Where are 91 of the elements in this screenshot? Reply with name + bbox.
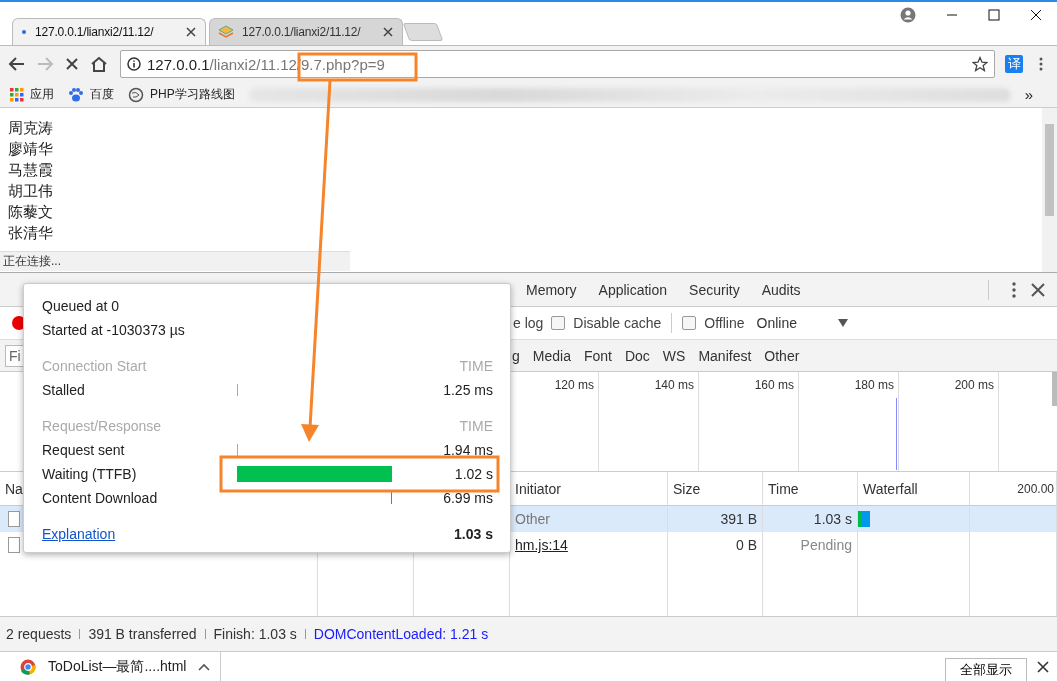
close-icon[interactable]	[382, 26, 394, 38]
checkbox[interactable]	[551, 316, 566, 330]
tick-label: 120 ms	[554, 378, 594, 394]
loading-icon	[21, 29, 27, 35]
duration-text: 6.99 ms	[443, 490, 493, 506]
file-icon	[8, 537, 20, 553]
translate-extension-button[interactable]: 译	[1005, 55, 1023, 73]
bookmark-link[interactable]: 应用	[30, 86, 54, 103]
size-text: 391 B	[720, 511, 757, 527]
initiator-link[interactable]: hm.js:14	[515, 537, 568, 553]
filter-type[interactable]: Manifest	[698, 347, 752, 364]
tick-mark	[237, 444, 238, 456]
waterfall-bar	[858, 511, 870, 527]
filter-type[interactable]: Media	[532, 347, 571, 364]
scrollbar[interactable]	[1042, 108, 1057, 272]
devtools-tab[interactable]: Audits	[750, 281, 812, 298]
timing-text: Queued at 0	[42, 298, 120, 314]
initiator-text: Other	[515, 511, 550, 527]
bookmark-link[interactable]: 百度	[90, 86, 114, 103]
filter-type[interactable]: Doc	[624, 347, 650, 364]
name-text: 廖靖华	[8, 139, 53, 160]
size-text: 0 B	[736, 537, 757, 553]
checkbox-label: Disable cache	[573, 315, 662, 331]
checkbox-label: Offline	[704, 315, 745, 331]
name-text: 马慧霞	[8, 160, 53, 181]
bookmark-link[interactable]: PHP学习路线图	[150, 86, 235, 103]
duration-text: 1.94 ms	[443, 442, 493, 458]
section-title: Connection Start	[42, 358, 147, 374]
browser-tab[interactable]: 127.0.0.1/lianxi2/11.12/	[209, 18, 403, 45]
summary-text: DOMContentLoaded: 1.21 s	[313, 626, 489, 642]
info-icon	[127, 57, 141, 71]
throttling-select[interactable]: Online	[756, 315, 849, 331]
time-text: 1.03 s	[813, 511, 852, 527]
duration-text: 1.25 ms	[443, 382, 493, 398]
caret-icon[interactable]	[198, 663, 211, 671]
tick-mark	[391, 492, 392, 504]
maximize-icon[interactable]	[988, 7, 1000, 23]
option-label: e log	[513, 315, 544, 331]
column-label: TIME	[459, 418, 493, 434]
stop-icon[interactable]	[64, 56, 80, 72]
phase-label: Content Download	[42, 490, 158, 506]
tick-label: 180 ms	[854, 378, 894, 394]
dom-marker-line	[896, 398, 897, 470]
file-icon	[8, 511, 20, 527]
filter-type[interactable]: g	[512, 347, 520, 364]
scroll-thumb[interactable]	[1052, 372, 1057, 406]
profile-icon[interactable]	[900, 7, 916, 23]
timing-text: Started at -1030373 µs	[42, 322, 185, 338]
filter-type[interactable]: WS	[662, 347, 686, 364]
name-text: 胡卫伟	[8, 181, 53, 202]
column-label: TIME	[459, 358, 493, 374]
star-icon[interactable]	[972, 56, 988, 72]
time-text: Pending	[800, 537, 852, 553]
summary-text: 391 B transferred	[88, 626, 197, 642]
close-icon[interactable]	[1037, 661, 1049, 673]
name-text: 张清华	[8, 223, 53, 244]
scale-label: 200.00	[1017, 481, 1054, 496]
devtools-tab[interactable]: Security	[678, 281, 751, 298]
back-icon[interactable]	[8, 56, 26, 72]
browser-logo-icon	[20, 659, 36, 675]
show-all-button[interactable]: 全部显示	[945, 658, 1027, 681]
tick-mark	[237, 384, 238, 396]
browser-tab[interactable]: 127.0.0.1/lianxi2/11.12/	[12, 18, 206, 45]
stack-icon	[218, 25, 234, 39]
tick-label: 140 ms	[654, 378, 694, 394]
globe-icon	[128, 86, 144, 103]
close-icon[interactable]	[185, 26, 197, 38]
filter-type[interactable]: Other	[764, 347, 800, 364]
apps-icon	[10, 87, 24, 102]
devtools-tab[interactable]: Application	[587, 281, 679, 298]
filter-type[interactable]: Font	[583, 347, 612, 364]
paw-icon	[68, 86, 84, 103]
status-bubble: 正在连接...	[0, 251, 350, 271]
devtools-tab[interactable]: Memory	[515, 281, 588, 298]
download-file-name[interactable]: ToDoList—最简....html	[48, 658, 187, 676]
close-icon[interactable]	[1030, 7, 1042, 23]
name-text: 陈藜文	[8, 202, 53, 223]
home-icon[interactable]	[90, 56, 108, 72]
close-icon[interactable]	[1031, 282, 1045, 297]
phase-label: Request sent	[42, 442, 125, 458]
tick-label: 200 ms	[954, 378, 994, 394]
more-options-icon[interactable]	[1011, 280, 1017, 299]
section-title: Request/Response	[42, 418, 162, 434]
dropdown-icon	[837, 318, 849, 328]
summary-text: 2 requests	[6, 626, 72, 642]
phase-label: Stalled	[42, 382, 85, 398]
summary-text: Finish: 1.03 s	[213, 626, 297, 642]
tick-label: 160 ms	[754, 378, 794, 394]
name-text: 周克涛	[8, 118, 53, 139]
more-bookmarks-button[interactable]: »	[1024, 86, 1033, 103]
checkbox[interactable]	[682, 316, 697, 330]
